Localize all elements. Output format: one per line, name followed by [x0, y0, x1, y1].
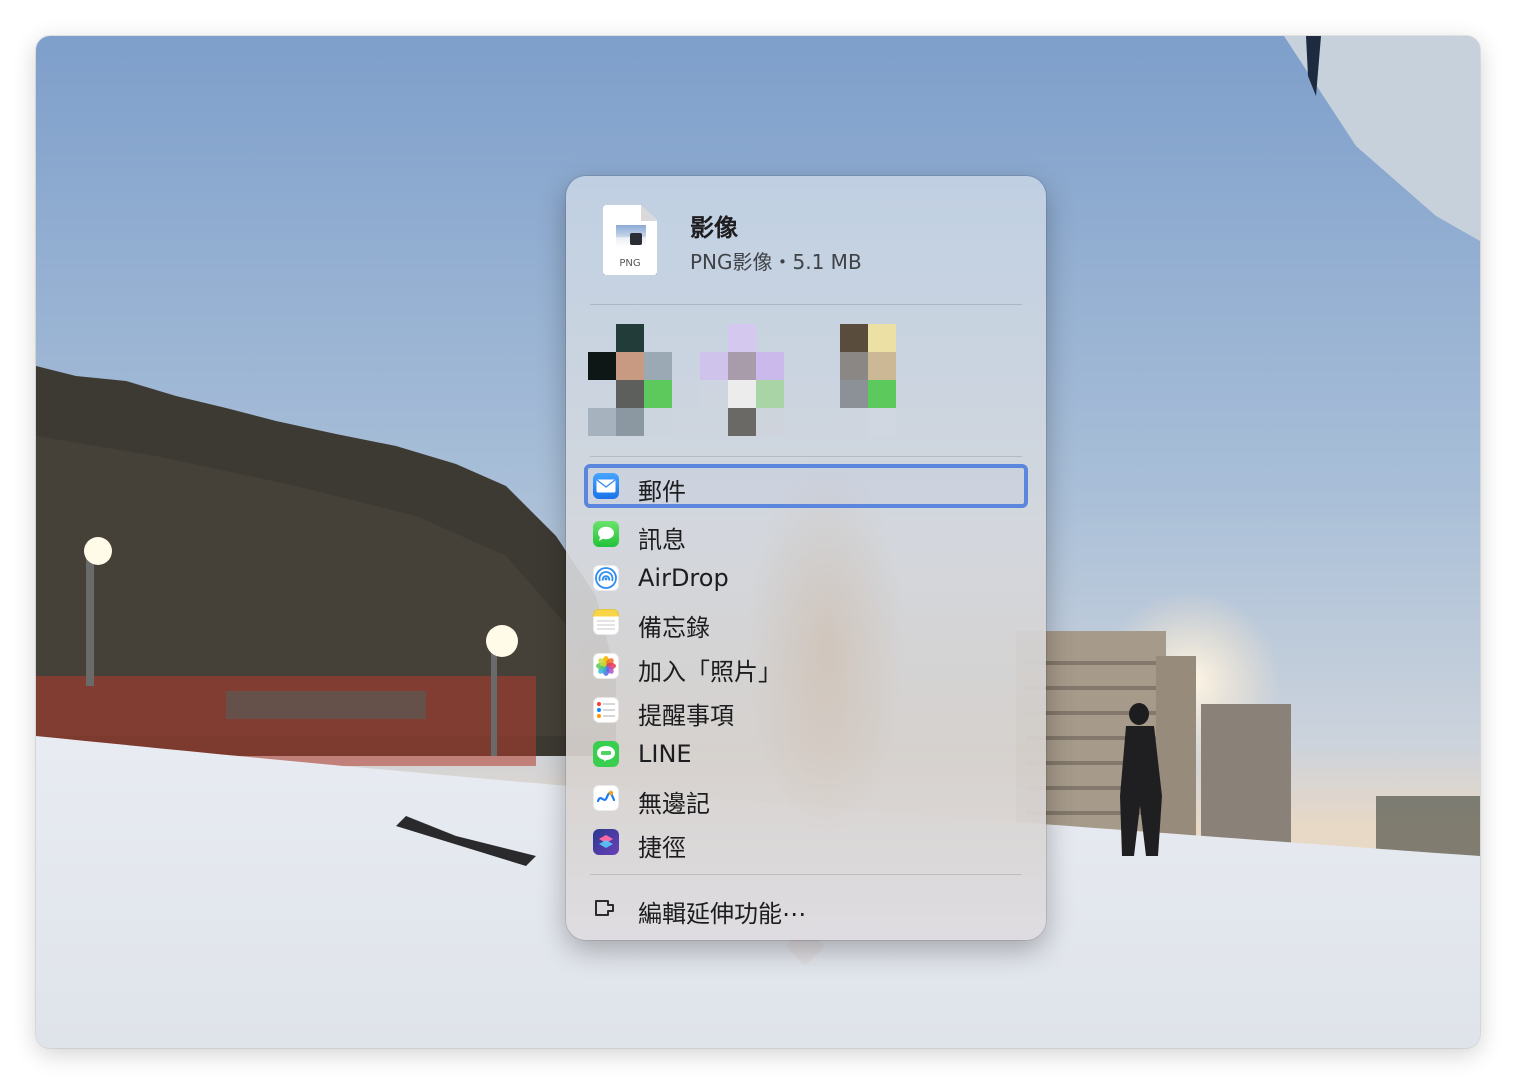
share-item-notes[interactable]: 備忘錄	[584, 600, 1028, 644]
extensions-icon	[592, 896, 620, 920]
divider-bottom	[590, 874, 1022, 875]
share-item-label: LINE	[638, 740, 692, 768]
notes-app-icon	[593, 609, 619, 635]
messages-app-icon	[593, 521, 619, 547]
share-item-label: 訊息	[638, 526, 686, 554]
share-item-shortcuts[interactable]: 捷徑	[584, 820, 1028, 864]
freeform-app-icon	[593, 785, 619, 811]
edit-extensions-item[interactable]: 編輯延伸功能⋯	[584, 886, 1028, 930]
divider-middle	[590, 456, 1022, 457]
share-item-label: 提醒事項	[638, 702, 734, 730]
share-popover: PNG 影像 PNG影像・5.1 MB 郵件 訊息 AirDrop 備忘錄 加入…	[566, 176, 1046, 940]
share-item-label: AirDrop	[638, 564, 729, 592]
share-item-messages[interactable]: 訊息	[584, 512, 1028, 556]
png-file-icon: PNG	[603, 205, 657, 275]
reminders-app-icon	[593, 697, 619, 723]
contact-avatar[interactable]	[588, 324, 672, 436]
share-item-mail[interactable]: 郵件	[584, 464, 1028, 508]
share-item-label: 郵件	[638, 478, 686, 506]
contact-avatar[interactable]	[700, 324, 784, 436]
share-item-freeform[interactable]: 無邊記	[584, 776, 1028, 820]
shortcuts-app-icon	[593, 829, 619, 855]
file-extension-badge: PNG	[619, 258, 641, 269]
file-thumbnail	[616, 225, 646, 247]
divider-top	[590, 304, 1022, 305]
file-header: PNG 影像 PNG影像・5.1 MB	[566, 176, 1046, 304]
airdrop-icon	[593, 565, 619, 591]
line-app-icon	[593, 741, 619, 767]
share-item-airdrop[interactable]: AirDrop	[584, 556, 1028, 600]
share-item-label: 備忘錄	[638, 614, 710, 642]
photos-app-icon	[593, 653, 619, 679]
share-item-label: 捷徑	[638, 834, 686, 862]
airdrop-contacts-row	[588, 324, 1028, 452]
share-item-line[interactable]: LINE	[584, 732, 1028, 776]
desktop-window: PNG 影像 PNG影像・5.1 MB 郵件 訊息 AirDrop 備忘錄 加入…	[36, 36, 1480, 1048]
file-corner-fold	[641, 205, 657, 221]
contact-avatar[interactable]	[840, 324, 896, 436]
share-item-photos[interactable]: 加入「照片」	[584, 644, 1028, 688]
file-meta: PNG影像・5.1 MB	[690, 250, 862, 274]
edit-extensions-label: 編輯延伸功能⋯	[638, 900, 806, 928]
mail-app-icon	[593, 473, 619, 499]
file-name: 影像	[690, 214, 738, 242]
share-item-reminders[interactable]: 提醒事項	[584, 688, 1028, 732]
share-item-label: 無邊記	[638, 790, 710, 818]
share-item-label: 加入「照片」	[638, 658, 782, 686]
